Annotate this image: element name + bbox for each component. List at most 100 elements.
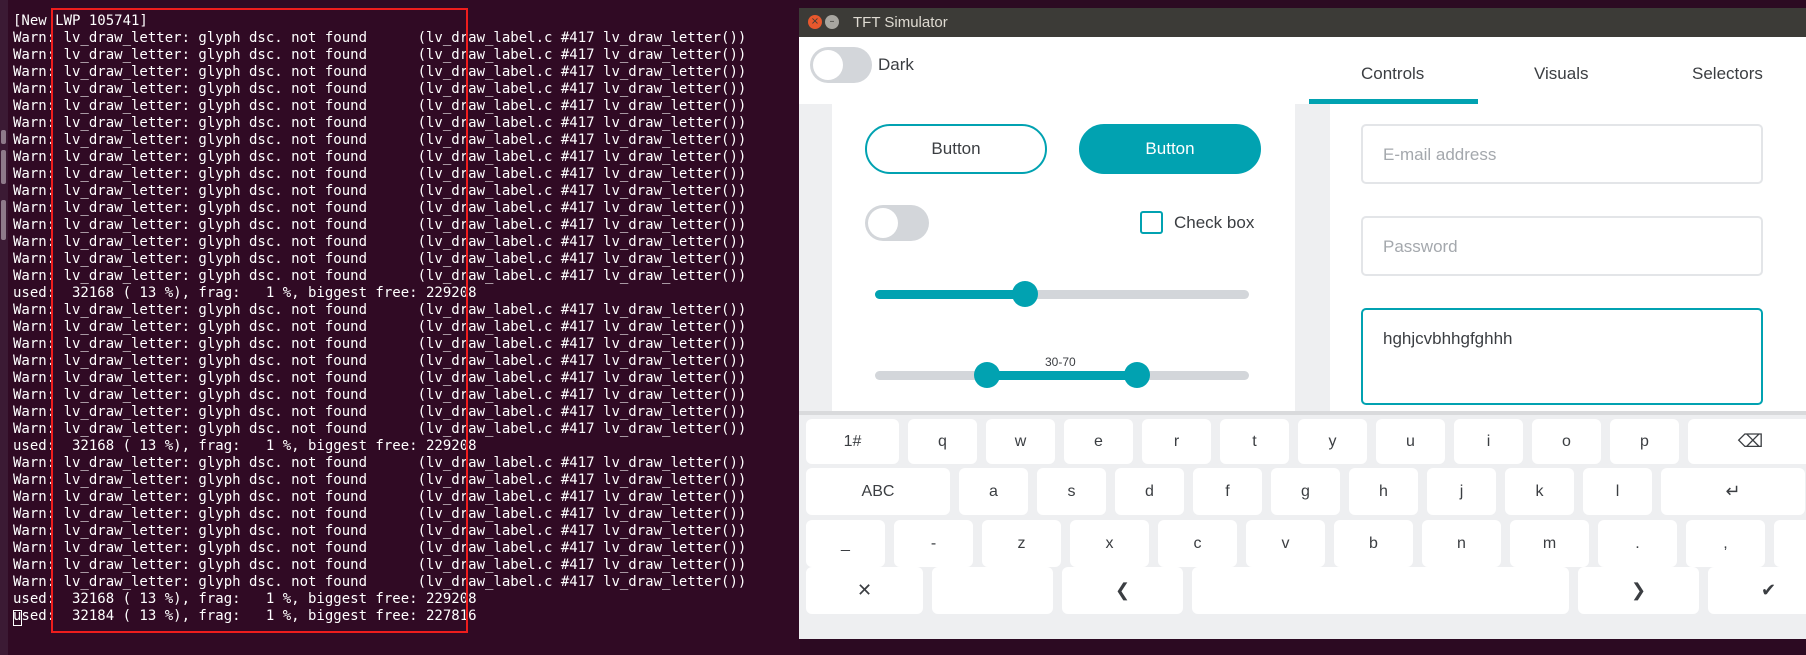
key-x[interactable]: x (1070, 520, 1149, 567)
key-label: u (1406, 433, 1415, 450)
key-label: x (1105, 535, 1114, 552)
key-period[interactable]: . (1598, 520, 1677, 567)
key-d[interactable]: d (1115, 468, 1184, 515)
key-close[interactable]: ✕ (806, 567, 923, 614)
key-label: d (1145, 483, 1154, 500)
enter-icon: ↵ (1725, 481, 1741, 501)
range-slider-right-knob[interactable] (1123, 362, 1150, 388)
backspace-icon: ⌫ (1737, 431, 1764, 451)
key-label: k (1535, 483, 1544, 500)
tab-controls[interactable]: Controls (1361, 64, 1424, 84)
key-symbols[interactable]: 1# (806, 419, 899, 464)
key-backspace[interactable]: ⌫ (1688, 419, 1806, 464)
key-o[interactable]: o (1532, 419, 1601, 464)
slider-track[interactable] (875, 290, 1249, 299)
key-v[interactable]: v (1246, 520, 1325, 567)
range-slider-track[interactable] (875, 371, 1249, 380)
filled-button[interactable]: Button (1079, 124, 1261, 174)
arrow-left-icon: ❮ (1114, 580, 1131, 600)
key-k[interactable]: k (1505, 468, 1574, 515)
range-slider-fill (987, 371, 1137, 380)
text-area[interactable]: hghjcvbhhgfghhh (1361, 308, 1763, 405)
checkbox-label: Check box (1174, 213, 1255, 232)
key-label: t (1252, 433, 1257, 450)
key-comma[interactable]: , (1686, 520, 1765, 567)
key-underscore[interactable]: _ (806, 520, 885, 567)
key-a[interactable]: a (959, 468, 1028, 515)
key-label: r (1173, 433, 1180, 450)
key-q[interactable]: q (908, 419, 977, 464)
key-label: o (1562, 433, 1571, 450)
app-header: Dark Controls Visuals Selectors (799, 37, 1806, 104)
range-slider-left-knob[interactable] (974, 362, 1001, 388)
key-f[interactable]: f (1193, 468, 1262, 515)
slider-knob[interactable] (1011, 281, 1038, 307)
key-z[interactable]: z (982, 520, 1061, 567)
key-label: n (1457, 535, 1466, 552)
key-c[interactable]: c (1158, 520, 1237, 567)
close-icon: × (810, 16, 820, 27)
window-minimize-button[interactable]: – (825, 15, 839, 29)
key-l[interactable]: l (1583, 468, 1652, 515)
tab-selectors[interactable]: Selectors (1692, 64, 1763, 84)
dark-mode-switch[interactable] (810, 47, 872, 83)
key-i[interactable]: i (1454, 419, 1523, 464)
key-b[interactable]: b (1334, 520, 1413, 567)
key-label: f (1225, 483, 1230, 500)
key-h[interactable]: h (1349, 468, 1418, 515)
password-field[interactable]: Password (1361, 216, 1763, 276)
key-colon[interactable]: : (1774, 520, 1806, 567)
email-field[interactable]: E-mail address (1361, 124, 1763, 184)
checkbox[interactable] (1140, 211, 1163, 234)
key-label: m (1542, 535, 1557, 552)
key-j[interactable]: j (1427, 468, 1496, 515)
tab-visuals[interactable]: Visuals (1534, 64, 1589, 84)
key-p[interactable]: p (1610, 419, 1679, 464)
key-label: . (1635, 535, 1640, 552)
key-w[interactable]: w (986, 419, 1055, 464)
key-check[interactable]: ✔ (1708, 567, 1806, 614)
terminal-cursor (13, 610, 22, 626)
window-close-button[interactable]: × (808, 15, 822, 29)
text-area-value: hghjcvbhhgfghhh (1383, 329, 1513, 348)
terminal-window[interactable]: [New LWP 105741] Warn: lv_draw_letter: g… (0, 0, 800, 655)
key-label: j (1459, 483, 1464, 500)
key-abc[interactable]: ABC (806, 468, 950, 515)
control-switch[interactable] (865, 205, 929, 241)
key-m[interactable]: m (1510, 520, 1589, 567)
slider-fill (875, 290, 1025, 299)
key-label: p (1640, 433, 1649, 450)
key-enter[interactable]: ↵ (1661, 468, 1805, 515)
key-arrow-left[interactable]: ❮ (1062, 567, 1183, 614)
key-label: q (938, 433, 947, 450)
key-hyphen[interactable]: - (894, 520, 973, 567)
key-label: _ (841, 535, 850, 552)
key-space[interactable] (1192, 567, 1569, 614)
key-label: s (1067, 483, 1076, 500)
highlight-rectangle (51, 8, 468, 633)
tft-simulator-window: × – TFT Simulator Dark Controls Visuals … (799, 8, 1806, 639)
key-e[interactable]: e (1064, 419, 1133, 464)
arrow-right-icon: ❯ (1630, 580, 1647, 600)
email-placeholder: E-mail address (1383, 145, 1497, 164)
key-label: c (1193, 535, 1202, 552)
key-label: 1# (843, 433, 862, 450)
key-g[interactable]: g (1271, 468, 1340, 515)
key-s[interactable]: s (1037, 468, 1106, 515)
launcher-mark (1, 150, 6, 184)
key-arrow-right[interactable]: ❯ (1578, 567, 1699, 614)
key-label: - (930, 535, 937, 552)
switch-knob (813, 50, 843, 80)
key-t[interactable]: t (1220, 419, 1289, 464)
outline-button[interactable]: Button (865, 124, 1047, 174)
key-y[interactable]: y (1298, 419, 1367, 464)
key-label: , (1723, 535, 1728, 552)
on-screen-keyboard: 1# q w e r t y u i o p ⌫ ABC a s d f g h j k l ↵ _ - z x c v b n m.,: ✕ ❮… (799, 411, 1806, 639)
window-title: TFT Simulator (853, 14, 948, 31)
key-r[interactable]: r (1142, 419, 1211, 464)
key-blank[interactable] (932, 567, 1053, 614)
check-icon: ✔ (1760, 580, 1777, 600)
key-n[interactable]: n (1422, 520, 1501, 567)
switch-knob (868, 208, 898, 238)
key-u[interactable]: u (1376, 419, 1445, 464)
